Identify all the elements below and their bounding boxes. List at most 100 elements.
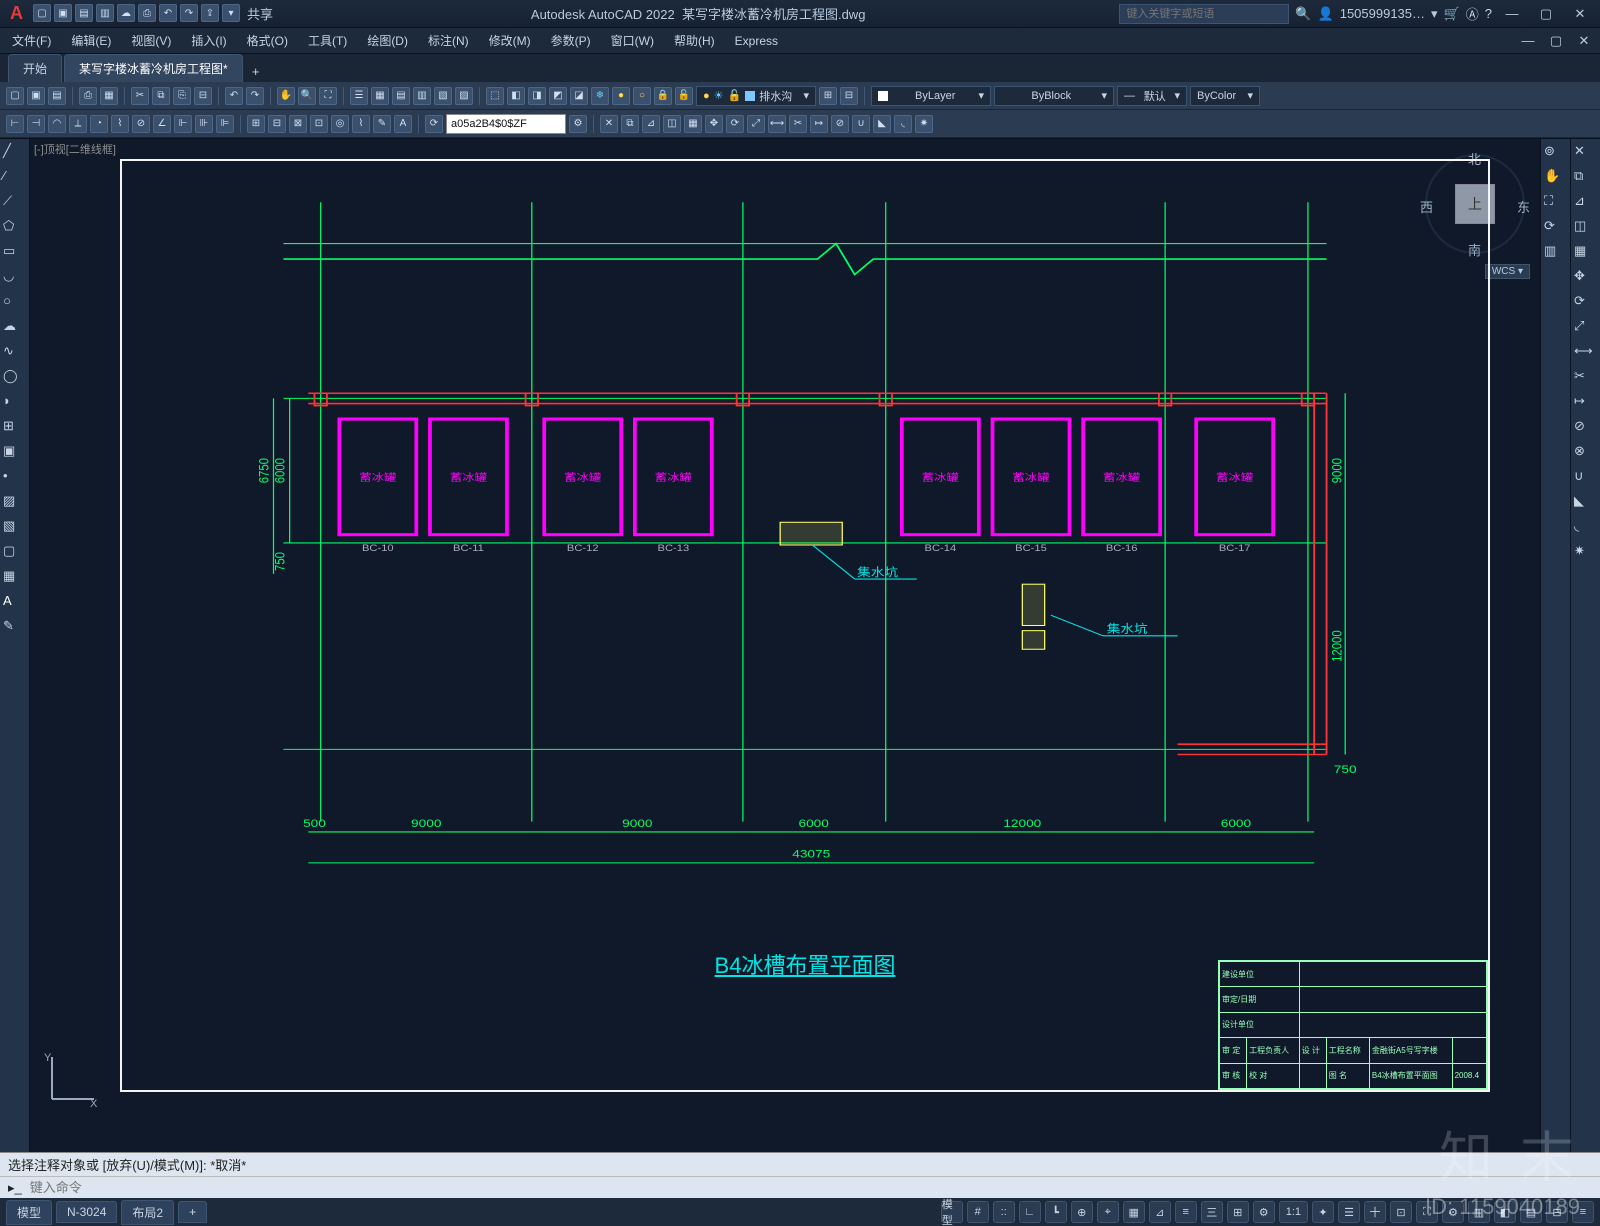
dim-arc-icon[interactable]: ◠ xyxy=(48,115,66,133)
layer-on-icon[interactable]: ○ xyxy=(633,87,651,105)
dim-jogline-icon[interactable]: ⌇ xyxy=(352,115,370,133)
dim-rad-icon[interactable]: ◔ xyxy=(90,115,108,133)
tb-save-icon[interactable]: ▤ xyxy=(48,87,66,105)
draw-arc-icon[interactable]: ◡ xyxy=(3,268,25,290)
tb-match-icon[interactable]: ⊟ xyxy=(194,87,212,105)
mod-break-icon[interactable]: ⊘ xyxy=(831,115,849,133)
menu-dim[interactable]: 标注(N) xyxy=(418,28,479,53)
nav-orbit-icon[interactable]: ⟳ xyxy=(1544,218,1566,240)
dim-aligned-icon[interactable]: ⊣ xyxy=(27,115,45,133)
st-lwt-icon[interactable]: 三 xyxy=(1201,1201,1223,1223)
draw-circle-icon[interactable]: ○ xyxy=(3,293,25,315)
mp-erase-icon[interactable]: ✕ xyxy=(1574,143,1596,165)
st-full-icon[interactable]: ⊟ xyxy=(1546,1201,1568,1223)
dim-tedit-icon[interactable]: A xyxy=(394,115,412,133)
draw-grad-icon[interactable]: ▧ xyxy=(3,518,25,540)
qat-share-icon[interactable]: ⇪ xyxy=(201,4,219,22)
layer-iso-icon[interactable]: ◪ xyxy=(570,87,588,105)
tb-pan-icon[interactable]: ✋ xyxy=(277,87,295,105)
tb-zoomext-icon[interactable]: ⛶ xyxy=(319,87,337,105)
mp-mirror-icon[interactable]: ⊿ xyxy=(1574,193,1596,215)
mod-mirror-icon[interactable]: ⊿ xyxy=(642,115,660,133)
draw-point-icon[interactable]: • xyxy=(3,468,25,490)
mod-stretch-icon[interactable]: ⟷ xyxy=(768,115,786,133)
window-min-icon[interactable]: — xyxy=(1498,4,1526,24)
doc-close-icon[interactable]: ✕ xyxy=(1570,31,1598,51)
dim-center-icon[interactable]: ⊡ xyxy=(310,115,328,133)
dim-space-icon[interactable]: ⊞ xyxy=(247,115,265,133)
menu-tools[interactable]: 工具(T) xyxy=(298,28,357,53)
draw-rect-icon[interactable]: ▭ xyxy=(3,243,25,265)
mp-trim-icon[interactable]: ✂ xyxy=(1574,368,1596,390)
draw-ellipse-icon[interactable]: ◯ xyxy=(3,368,25,390)
menu-view[interactable]: 视图(V) xyxy=(121,28,181,53)
dim-ang-icon[interactable]: ∠ xyxy=(153,115,171,133)
cart-icon[interactable]: 🛒 xyxy=(1444,6,1460,22)
st-snap-icon[interactable]: :: xyxy=(993,1201,1015,1223)
menu-draw[interactable]: 绘图(D) xyxy=(357,28,418,53)
doc-max-icon[interactable]: ▢ xyxy=(1542,31,1570,51)
st-qp-icon[interactable]: ⚙ xyxy=(1253,1201,1275,1223)
st-ducs-icon[interactable]: ⊿ xyxy=(1149,1201,1171,1223)
layout-tab-2[interactable]: 布局2 xyxy=(121,1200,174,1225)
tab-new-icon[interactable]: + xyxy=(245,60,267,82)
st-osnap-icon[interactable]: ⊕ xyxy=(1071,1201,1093,1223)
mod-erase-icon[interactable]: ✕ xyxy=(600,115,618,133)
layout-tab-model[interactable]: 模型 xyxy=(6,1200,52,1225)
share-label[interactable]: 共享 xyxy=(243,4,277,23)
color-select[interactable]: ByLayer▾ xyxy=(871,86,991,106)
st-annomon-icon[interactable]: 十 xyxy=(1364,1201,1386,1223)
mp-join-icon[interactable]: ∪ xyxy=(1574,468,1596,490)
mod-scale-icon[interactable]: ⤢ xyxy=(747,115,765,133)
linetype-select[interactable]: ByBlock▾ xyxy=(994,86,1114,106)
mod-extend-icon[interactable]: ↦ xyxy=(810,115,828,133)
draw-insert-icon[interactable]: ⊞ xyxy=(3,418,25,440)
window-max-icon[interactable]: ▢ xyxy=(1532,4,1560,24)
dim-base-icon[interactable]: ⊪ xyxy=(195,115,213,133)
qat-more-icon[interactable]: ▾ xyxy=(222,4,240,22)
window-close-icon[interactable]: ✕ xyxy=(1566,4,1594,24)
tb-copy-icon[interactable]: ⧉ xyxy=(152,87,170,105)
st-trans-icon[interactable]: ⊞ xyxy=(1227,1201,1249,1223)
mp-breakpt-icon[interactable]: ⊘ xyxy=(1574,418,1596,440)
dim-break-icon[interactable]: ⊟ xyxy=(268,115,286,133)
tb-preview-icon[interactable]: ▦ xyxy=(100,87,118,105)
menu-window[interactable]: 窗口(W) xyxy=(601,28,664,53)
menu-param[interactable]: 参数(P) xyxy=(541,28,601,53)
mp-extend-icon[interactable]: ↦ xyxy=(1574,393,1596,415)
tb-propmgr-icon[interactable]: ☰ xyxy=(350,87,368,105)
tb-zoom-icon[interactable]: 🔍 xyxy=(298,87,316,105)
mod-trim-icon[interactable]: ✂ xyxy=(789,115,807,133)
mod-chamfer-icon[interactable]: ◣ xyxy=(873,115,891,133)
draw-pline-icon[interactable]: ⟋ xyxy=(3,193,25,215)
menu-format[interactable]: 格式(O) xyxy=(237,28,298,53)
mp-move-icon[interactable]: ✥ xyxy=(1574,268,1596,290)
mod-explode-icon[interactable]: ✷ xyxy=(915,115,933,133)
qat-saveas-icon[interactable]: ▥ xyxy=(96,4,114,22)
nav-zoomext-icon[interactable]: ⛶ xyxy=(1544,193,1566,215)
tab-start[interactable]: 开始 xyxy=(8,54,62,82)
st-iso-icon[interactable]: ▥ xyxy=(1468,1201,1490,1223)
menu-help[interactable]: 帮助(H) xyxy=(664,28,725,53)
dim-update-icon[interactable]: ⟳ xyxy=(425,115,443,133)
draw-polygon-icon[interactable]: ⬠ xyxy=(3,218,25,240)
dim-tol-icon[interactable]: ⊠ xyxy=(289,115,307,133)
search-icon[interactable]: 🔍 xyxy=(1295,6,1311,22)
mod-fillet-icon[interactable]: ◟ xyxy=(894,115,912,133)
tb-designctr-icon[interactable]: ▦ xyxy=(371,87,389,105)
mp-break-icon[interactable]: ⊗ xyxy=(1574,443,1596,465)
tb-undo-icon[interactable]: ↶ xyxy=(225,87,243,105)
menu-insert[interactable]: 插入(I) xyxy=(181,28,236,53)
mod-move-icon[interactable]: ✥ xyxy=(705,115,723,133)
tb-new-icon[interactable]: ▢ xyxy=(6,87,24,105)
appstore-icon[interactable]: Ⓐ xyxy=(1466,4,1479,23)
draw-earc-icon[interactable]: ◗ xyxy=(3,393,25,415)
st-custom-icon[interactable]: ≡ xyxy=(1572,1201,1594,1223)
dim-linear-icon[interactable]: ⊢ xyxy=(6,115,24,133)
draw-mtext-icon[interactable]: A xyxy=(3,593,25,615)
layer-select[interactable]: ●☀🔓排水沟 ▾ xyxy=(696,86,816,106)
draw-spline-icon[interactable]: ∿ xyxy=(3,343,25,365)
tb-toolpal-icon[interactable]: ▤ xyxy=(392,87,410,105)
layer-state-icon[interactable]: ⊞ xyxy=(819,87,837,105)
st-otrack-icon[interactable]: ▦ xyxy=(1123,1201,1145,1223)
